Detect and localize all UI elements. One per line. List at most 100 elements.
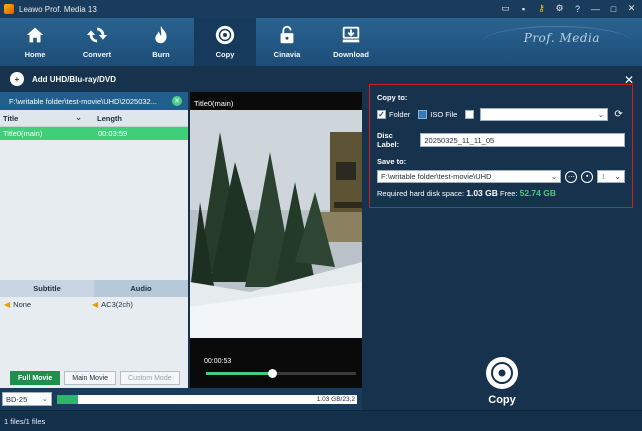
capacity-progress: 1.03 GB/23.2 <box>57 394 357 404</box>
title-row[interactable]: Title0(main) 00:03:59 <box>0 127 188 140</box>
copy-settings-box: Copy to: ✓ Folder ISO File ⌄ ⟳ Disc Labe… <box>369 84 633 208</box>
title-bar-controls: ▭ ▪ ⚷ ⚙ ? — □ ✕ <box>499 2 638 15</box>
length-column-header[interactable]: Length <box>85 114 122 123</box>
app-logo-icon <box>4 4 14 14</box>
copy-to-row: ✓ Folder ISO File ⌄ ⟳ <box>377 107 625 121</box>
copy-button[interactable]: Copy <box>477 356 527 406</box>
burn-icon <box>155 25 167 44</box>
settings-gear-icon[interactable]: ⚙ <box>553 2 566 15</box>
minimize-icon[interactable]: — <box>589 2 602 15</box>
speaker-icon: ◀ <box>92 300 99 309</box>
source-path: F:\writable folder\test-movie\UHD\202503… <box>9 96 157 106</box>
chevron-down-icon: ⌄ <box>597 109 605 119</box>
iso-checkbox[interactable] <box>418 109 428 119</box>
title-list: Title ⌄ Length Title0(main) 00:03:59 Subt… <box>0 110 188 340</box>
chevron-down-icon: ⌄ <box>41 394 48 403</box>
title-name: Title0(main) <box>3 129 43 138</box>
nav-home-label: Home <box>24 50 46 59</box>
free-label: Free: <box>499 189 518 198</box>
convert-icon <box>86 27 108 43</box>
refresh-icon[interactable]: ⟳ <box>614 109 622 120</box>
save-to-row: F:\writable folder\test-movie\UHD ⌄ ⋯ ▪ 1… <box>377 170 625 183</box>
nav-burn[interactable]: Burn <box>130 18 192 66</box>
save-to-label: Save to: <box>377 157 407 166</box>
copy-mode-bar: Full Movie Main Movie Custom Mode <box>0 368 188 388</box>
disk-space-info: Required hard disk space: 1.03 GB Free: … <box>377 188 556 198</box>
copies-dropdown[interactable]: 1 ⌄ <box>597 170 625 183</box>
title-bar: Leawo Prof. Media 13 ▭ ▪ ⚷ ⚙ ? — □ ✕ <box>0 0 642 18</box>
seek-bar[interactable] <box>206 369 356 378</box>
title-length: 00:03:59 <box>98 129 128 138</box>
speaker-icon: ◀ <box>4 300 11 309</box>
video-title: Title0(main) <box>194 99 234 108</box>
browse-more-icon[interactable]: ⋯ <box>565 170 578 183</box>
seek-bar-fill <box>206 372 272 375</box>
nav-download[interactable]: Download <box>320 18 382 66</box>
source-panel: F:\writable folder\test-movie\UHD\202503… <box>0 92 188 388</box>
nav-download-label: Download <box>333 50 369 59</box>
video-frame-image <box>190 92 362 388</box>
nav-cinavia-label: Cinavia <box>273 50 301 59</box>
required-space-value: 1.03 GB <box>466 188 498 198</box>
home-icon <box>26 27 44 43</box>
seek-handle[interactable] <box>268 369 277 378</box>
iso-label: ISO File <box>430 109 458 119</box>
brand-logo-text: Prof. Media <box>523 31 600 45</box>
nav-burn-label: Burn <box>152 50 170 59</box>
cinavia-lock-icon <box>280 25 294 44</box>
nav-home[interactable]: Home <box>4 18 66 66</box>
video-preview[interactable]: Title0(main) 00:00:53 <box>190 92 362 388</box>
save-to-dropdown[interactable]: F:\writable folder\test-movie\UHD ⌄ <box>377 170 562 183</box>
title-column-header[interactable]: Title ⌄ <box>0 113 85 123</box>
window-title: Leawo Prof. Media 13 <box>19 4 97 14</box>
remove-source-icon[interactable]: ✕ <box>172 96 182 106</box>
capacity-bar: BD-25 ⌄ 1.03 GB/23.2 <box>0 388 362 410</box>
audio-select[interactable]: ◀ AC3(2ch) <box>88 300 176 309</box>
drive-checkbox[interactable] <box>465 109 475 119</box>
capacity-text: 1.03 GB/23.2 <box>316 395 355 403</box>
nav-copy[interactable]: Copy <box>194 18 256 66</box>
nav-cinavia[interactable]: Cinavia <box>256 18 318 66</box>
open-folder-icon[interactable]: ▪ <box>581 170 594 183</box>
subtitle-audio-row: ◀ None ◀ AC3(2ch) <box>0 300 188 309</box>
subtitle-header: Subtitle <box>0 280 94 297</box>
playback-time: 00:00:53 <box>204 358 232 365</box>
disc-label-label: Disc Label: <box>377 131 400 149</box>
disc-label-row: Disc Label: 20250325_11_11_05 <box>377 131 625 149</box>
custom-mode-button[interactable]: Custom Mode <box>120 371 180 385</box>
main-movie-button[interactable]: Main Movie <box>64 371 117 385</box>
add-disc-icon[interactable]: + <box>10 72 24 86</box>
nav-convert-label: Convert <box>82 50 112 59</box>
subtitle-audio-header: Subtitle Audio <box>0 280 188 297</box>
copy-button-label: Copy <box>488 394 516 406</box>
add-source-button[interactable]: Add UHD/Blu-ray/DVD <box>32 75 116 84</box>
capacity-progress-fill <box>57 394 78 404</box>
download-icon <box>342 26 360 43</box>
close-window-icon[interactable]: ✕ <box>625 2 638 15</box>
main-toolbar: Home Convert Burn Copy Cinavia Download … <box>0 18 642 66</box>
title-list-header: Title ⌄ Length <box>0 110 188 127</box>
free-space-value: 52.74 GB <box>519 188 556 198</box>
maximize-icon[interactable]: □ <box>607 2 620 15</box>
copy-disc-icon <box>215 25 235 45</box>
help-icon[interactable]: ? <box>571 2 584 15</box>
chevron-down-icon: ⌄ <box>614 172 621 181</box>
nav-copy-label: Copy <box>215 50 235 59</box>
folder-checkbox[interactable]: ✓ <box>377 109 386 119</box>
display-icon[interactable]: ▭ <box>499 2 512 15</box>
copy-to-label: Copy to: <box>377 93 408 102</box>
chat-icon[interactable]: ▪ <box>517 2 530 15</box>
key-icon[interactable]: ⚷ <box>535 2 548 15</box>
disc-label-input[interactable]: 20250325_11_11_05 <box>420 133 625 147</box>
copy-settings-panel: ✕ Copy to: ✓ Folder ISO File ⌄ ⟳ Disc La… <box>362 66 642 406</box>
chevron-down-icon[interactable]: ⌄ <box>75 113 82 122</box>
status-bar: 1 files/1 files <box>0 410 642 431</box>
target-drive-dropdown[interactable]: ⌄ <box>480 107 609 121</box>
nav-convert[interactable]: Convert <box>66 18 128 66</box>
status-text: 1 files/1 files <box>4 416 46 426</box>
subtitle-select[interactable]: ◀ None <box>0 300 88 309</box>
folder-label: Folder <box>389 109 411 119</box>
chevron-down-icon: ⌄ <box>550 172 558 181</box>
disc-type-select[interactable]: BD-25 ⌄ <box>2 392 52 406</box>
full-movie-button[interactable]: Full Movie <box>10 371 61 385</box>
